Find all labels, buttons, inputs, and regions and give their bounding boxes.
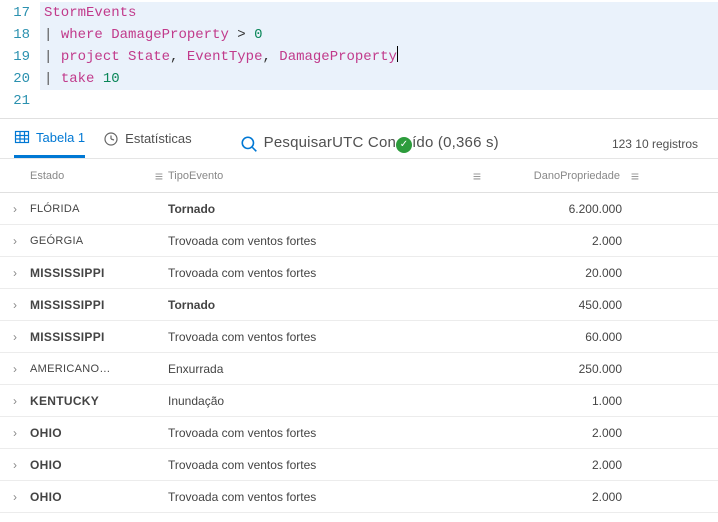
cell-damage: 2.000 — [468, 490, 626, 504]
table-row[interactable]: › FLÓRIDA Tornado6.200.000 — [0, 193, 718, 225]
row-expand-icon[interactable]: › — [8, 202, 22, 216]
code-content[interactable]: | take 10 — [40, 68, 718, 90]
column-header-damage-label: DanoPropriedade — [534, 170, 620, 182]
cell-state: MISSISSIPPI — [30, 266, 150, 280]
row-expand-icon[interactable]: › — [8, 490, 22, 504]
line-number: 18 — [0, 24, 40, 46]
search-status-group: PesquisarUTC Con✓ído (0,366 s) — [240, 134, 499, 153]
code-line[interactable]: 18| where DamageProperty > 0 — [0, 24, 718, 46]
row-expand-icon[interactable]: › — [8, 362, 22, 376]
table-row[interactable]: › MISSISSIPPI Trovoada com ventos fortes20… — [0, 257, 718, 289]
table-row[interactable]: › MISSISSIPPI Trovoada com ventos fortes60… — [0, 321, 718, 353]
cell-event-type: Inundação — [168, 394, 468, 408]
tab-tabela-label: Tabela 1 — [36, 130, 85, 145]
table-row[interactable]: › OHIO Trovoada com ventos fortes2.000 — [0, 417, 718, 449]
cell-state: KENTUCKY — [30, 394, 150, 408]
line-number: 19 — [0, 46, 40, 68]
code-content[interactable]: | where DamageProperty > 0 — [40, 24, 718, 46]
row-expand-icon[interactable]: › — [8, 266, 22, 280]
table-row[interactable]: › MISSISSIPPI Tornado450.000 — [0, 289, 718, 321]
cell-event-type: Trovoada com ventos fortes — [168, 490, 468, 504]
column-header-event[interactable]: TipoEvento — [168, 170, 468, 182]
line-number: 17 — [0, 2, 40, 24]
cell-state: AMERICANO… — [30, 363, 150, 375]
column-menu-icon[interactable]: ≡ — [631, 168, 639, 184]
text-cursor — [397, 46, 398, 62]
column-header-state-label: Estado — [30, 170, 64, 182]
success-badge-icon: ✓ — [396, 137, 412, 153]
column-header-damage[interactable]: DanoPropriedade — [486, 170, 626, 182]
cell-state: OHIO — [30, 458, 150, 472]
cell-state: MISSISSIPPI — [30, 330, 150, 344]
table-row[interactable]: › OHIO Trovoada com ventos fortes2.000 — [0, 449, 718, 481]
table-row[interactable]: › KENTUCKY Inundação1.000 — [0, 385, 718, 417]
cell-event-type: Tornado — [168, 298, 468, 312]
cell-damage: 6.200.000 — [468, 202, 626, 216]
tab-estatisticas[interactable]: Estatísticas — [103, 131, 191, 157]
clock-icon — [103, 131, 119, 147]
cell-damage: 1.000 — [468, 394, 626, 408]
cell-damage: 2.000 — [468, 234, 626, 248]
row-expand-icon[interactable]: › — [8, 394, 22, 408]
code-content[interactable]: StormEvents — [40, 2, 718, 24]
cell-event-type: Trovoada com ventos fortes — [168, 234, 468, 248]
row-expand-icon[interactable]: › — [8, 298, 22, 312]
cell-state: OHIO — [30, 490, 150, 504]
cell-damage: 20.000 — [468, 266, 626, 280]
cell-damage: 450.000 — [468, 298, 626, 312]
tab-estatisticas-label: Estatísticas — [125, 131, 191, 146]
table-row[interactable]: › GEÓRGIA Trovoada com ventos fortes2.000 — [0, 225, 718, 257]
code-content[interactable] — [40, 90, 718, 112]
code-line[interactable]: 19| project State, EventType, DamageProp… — [0, 46, 718, 68]
cell-event-type: Enxurrada — [168, 362, 468, 376]
row-expand-icon[interactable]: › — [8, 330, 22, 344]
results-table: Estado ≡ TipoEvento ≡ DanoPropriedade ≡ … — [0, 158, 718, 513]
cell-damage: 2.000 — [468, 426, 626, 440]
cell-damage: 250.000 — [468, 362, 626, 376]
cell-event-type: Trovoada com ventos fortes — [168, 458, 468, 472]
search-label[interactable]: PesquisarUTC Con✓ído (0,366 s) — [264, 134, 499, 153]
code-content[interactable]: | project State, EventType, DamageProper… — [40, 46, 718, 68]
code-line[interactable]: 20| take 10 — [0, 68, 718, 90]
cell-event-type: Trovoada com ventos fortes — [168, 266, 468, 280]
cell-event-type: Trovoada com ventos fortes — [168, 330, 468, 344]
code-line[interactable]: 21 — [0, 90, 718, 112]
record-count: 123 10 registros — [612, 137, 704, 151]
table-header-row: Estado ≡ TipoEvento ≡ DanoPropriedade ≡ — [0, 159, 718, 193]
line-number: 20 — [0, 68, 40, 90]
column-menu-icon[interactable]: ≡ — [155, 168, 163, 184]
cell-state: MISSISSIPPI — [30, 298, 150, 312]
cell-event-type: Tornado — [168, 202, 468, 216]
column-menu-icon[interactable]: ≡ — [473, 168, 481, 184]
column-header-state[interactable]: Estado — [30, 170, 150, 182]
line-number: 21 — [0, 90, 40, 112]
cell-damage: 2.000 — [468, 458, 626, 472]
search-icon[interactable] — [240, 135, 258, 153]
row-expand-icon[interactable]: › — [8, 426, 22, 440]
cell-damage: 60.000 — [468, 330, 626, 344]
table-row[interactable]: › OHIO Trovoada com ventos fortes2.000 — [0, 481, 718, 513]
table-row[interactable]: › AMERICANO… Enxurrada250.000 — [0, 353, 718, 385]
cell-state: FLÓRIDA — [30, 203, 150, 215]
row-expand-icon[interactable]: › — [8, 234, 22, 248]
results-toolbar: Tabela 1 Estatísticas PesquisarUTC Con✓í… — [0, 118, 718, 158]
code-line[interactable]: 17StormEvents — [0, 2, 718, 24]
cell-state: GEÓRGIA — [30, 235, 150, 247]
tab-tabela[interactable]: Tabela 1 — [14, 129, 85, 158]
cell-event-type: Trovoada com ventos fortes — [168, 426, 468, 440]
cell-state: OHIO — [30, 426, 150, 440]
row-expand-icon[interactable]: › — [8, 458, 22, 472]
column-header-event-label: TipoEvento — [168, 170, 223, 182]
query-editor[interactable]: 17StormEvents18| where DamageProperty > … — [0, 0, 718, 118]
table-icon — [14, 129, 30, 145]
